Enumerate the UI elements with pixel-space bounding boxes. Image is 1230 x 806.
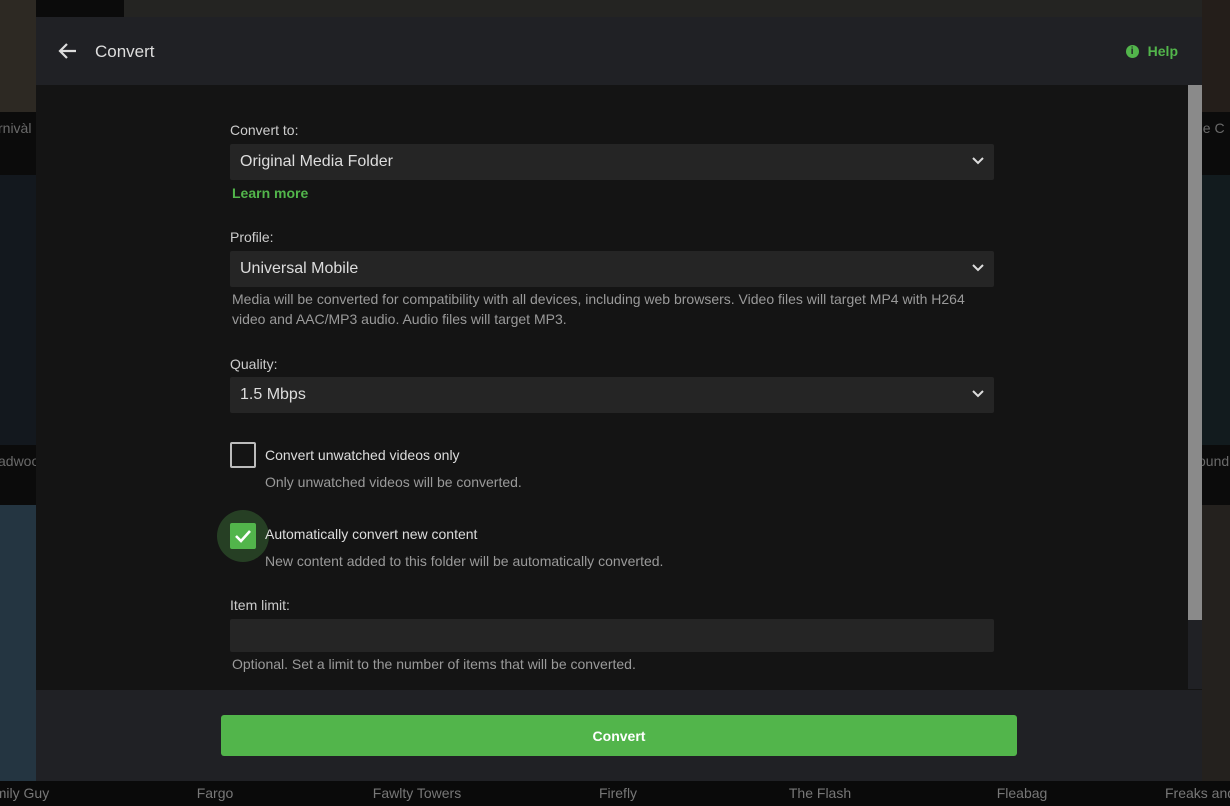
chevron-down-icon — [972, 390, 984, 398]
poster[interactable] — [1202, 505, 1230, 781]
profile-label: Profile: — [230, 229, 274, 245]
quality-select[interactable]: 1.5 Mbps — [230, 377, 994, 413]
unwatched-only-checkbox[interactable] — [230, 442, 256, 468]
page-title: Convert — [95, 42, 155, 61]
poster-title[interactable]: Firefly — [599, 785, 637, 801]
quality-label: Quality: — [230, 356, 278, 372]
profile-select[interactable]: Universal Mobile — [230, 251, 994, 287]
poster-title: adwoo — [0, 453, 40, 469]
profile-value: Universal Mobile — [240, 260, 359, 277]
help-button[interactable]: i Help — [1125, 43, 1178, 59]
poster-title[interactable]: The Flash — [789, 785, 851, 801]
unwatched-only-description: Only unwatched videos will be converted. — [265, 474, 522, 490]
poster[interactable] — [1202, 175, 1230, 445]
arrow-left-icon[interactable] — [56, 39, 80, 63]
convert-button[interactable]: Convert — [221, 715, 1017, 756]
poster-title[interactable]: Fargo — [197, 785, 234, 801]
auto-convert-checkbox[interactable] — [230, 523, 256, 549]
poster[interactable] — [0, 505, 36, 781]
item-limit-input[interactable] — [230, 619, 994, 652]
scrollbar-thumb[interactable] — [1188, 85, 1202, 620]
chevron-down-icon — [972, 157, 984, 165]
poster[interactable] — [0, 175, 36, 445]
poster-title: rnivàl — [0, 120, 32, 136]
poster-title[interactable]: Fawlty Towers — [373, 785, 461, 801]
checkmark-icon — [235, 530, 251, 543]
poster-title[interactable]: Freaks and — [1165, 785, 1230, 801]
dialog-header: Convert i Help — [36, 17, 1202, 85]
profile-description: Media will be converted for compatibilit… — [232, 291, 965, 327]
convert-to-label: Convert to: — [230, 122, 299, 138]
convert-dialog: Convert i Help Convert to: Original Media… — [36, 17, 1202, 781]
chevron-down-icon — [972, 264, 984, 272]
help-label: Help — [1147, 43, 1178, 59]
convert-to-select[interactable]: Original Media Folder — [230, 144, 994, 180]
learn-more-link[interactable]: Learn more — [232, 185, 308, 201]
item-limit-description: Optional. Set a limit to the number of i… — [232, 656, 636, 672]
scrollbar[interactable] — [1188, 85, 1202, 689]
quality-value: 1.5 Mbps — [240, 386, 306, 403]
auto-convert-description: New content added to this folder will be… — [265, 553, 664, 569]
poster-title: ound — [1198, 453, 1230, 469]
convert-to-value: Original Media Folder — [240, 153, 393, 170]
poster-title-strip: mily Guy Fargo Fawlty Towers Firefly The… — [0, 781, 1230, 806]
poster[interactable] — [0, 0, 36, 112]
poster-title[interactable]: Fleabag — [997, 785, 1048, 801]
unwatched-only-label[interactable]: Convert unwatched videos only — [265, 447, 460, 463]
info-icon: i — [1125, 44, 1139, 58]
dialog-footer: Convert — [36, 690, 1202, 781]
item-limit-label: Item limit: — [230, 597, 290, 613]
poster-title[interactable]: mily Guy — [0, 785, 49, 801]
auto-convert-label[interactable]: Automatically convert new content — [265, 526, 477, 542]
poster-row — [124, 0, 1202, 17]
poster[interactable] — [1202, 0, 1230, 112]
